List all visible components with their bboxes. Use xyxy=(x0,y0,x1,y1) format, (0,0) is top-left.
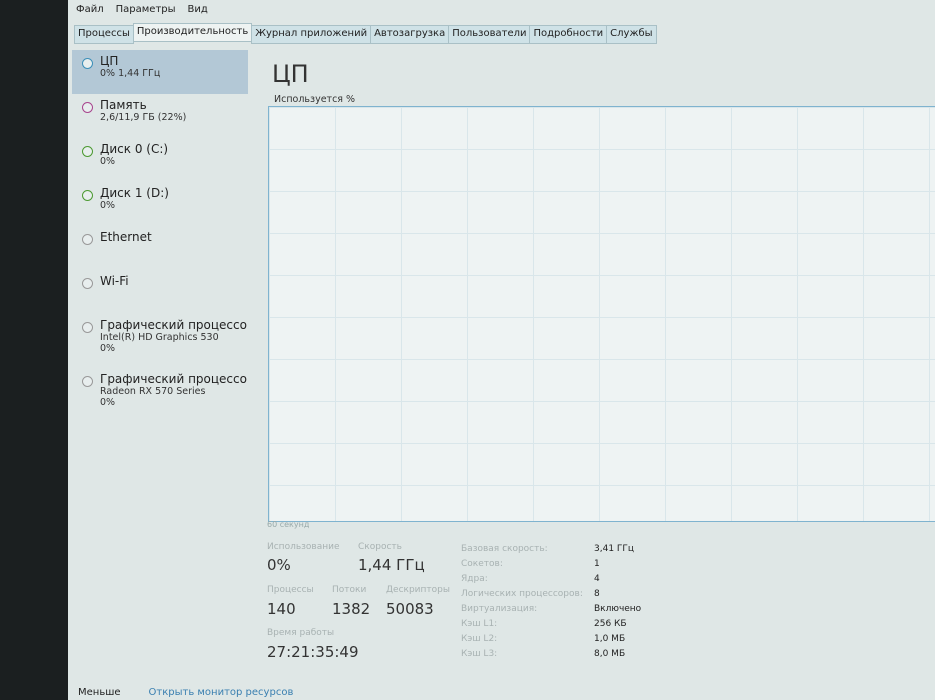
cpu-graph xyxy=(268,106,935,522)
tab-services[interactable]: Службы xyxy=(606,25,657,44)
detail-label: Кэш L2: xyxy=(461,634,498,644)
menu-bar: Файл Параметры Вид xyxy=(76,4,208,15)
item-sub2: 0% xyxy=(100,397,116,408)
item-name: Графический процессор xyxy=(100,372,248,386)
speed-label: Скорость xyxy=(358,542,402,552)
status-circle-icon xyxy=(82,322,93,333)
task-manager-window: Файл Параметры Вид Процессы Производител… xyxy=(68,0,935,700)
status-circle-icon xyxy=(82,102,93,113)
status-circle-icon xyxy=(82,190,93,201)
detail-value: 1,0 МБ xyxy=(594,634,626,644)
detail-label: Кэш L3: xyxy=(461,649,498,659)
tab-users[interactable]: Пользователи xyxy=(448,25,531,44)
item-sub: 2,6/11,9 ГБ (22%) xyxy=(100,112,187,123)
detail-value: 1 xyxy=(594,559,600,569)
detail-value: Включено xyxy=(594,604,642,614)
status-circle-icon xyxy=(82,278,93,289)
tab-bar: Процессы Производительность Журнал прило… xyxy=(74,23,657,44)
tab-details[interactable]: Подробности xyxy=(529,25,608,44)
tab-processes[interactable]: Процессы xyxy=(74,25,134,44)
status-circle-icon xyxy=(82,58,93,69)
usage-label: Использование xyxy=(267,542,340,552)
handles-value: 50083 xyxy=(386,600,434,618)
detail-value: 256 КБ xyxy=(594,619,627,629)
detail-label: Виртуализация: xyxy=(461,604,538,614)
item-name: ЦП xyxy=(100,54,119,68)
threads-label: Потоки xyxy=(332,585,367,595)
item-name: Wi-Fi xyxy=(100,274,129,288)
sidebar-item[interactable]: Диск 1 (D:) 0% xyxy=(72,182,248,226)
item-sub: Intel(R) HD Graphics 530 xyxy=(100,332,219,343)
item-sub: Radeon RX 570 Series xyxy=(100,386,206,397)
sidebar-item[interactable]: ЦП 0% 1,44 ГГц xyxy=(72,50,248,94)
sidebar-item[interactable]: Графический процессор Radeon RX 570 Serie… xyxy=(72,368,248,422)
sidebar-item[interactable]: Ethernet xyxy=(72,226,248,270)
detail-value: 3,41 ГГц xyxy=(594,544,635,554)
item-name: Диск 0 (C:) xyxy=(100,142,169,156)
footer: Меньше Открыть монитор ресурсов xyxy=(78,687,293,698)
tab-startup[interactable]: Автозагрузка xyxy=(370,25,450,44)
graph-time-label: 60 секунд xyxy=(267,520,310,529)
open-resource-monitor-link[interactable]: Открыть монитор ресурсов xyxy=(149,687,294,698)
sidebar-item[interactable]: Графический процессор Intel(R) HD Graphic… xyxy=(72,314,248,368)
menu-view[interactable]: Вид xyxy=(188,4,208,15)
item-name: Графический процессор xyxy=(100,318,248,332)
status-circle-icon xyxy=(82,146,93,157)
resource-sidebar: ЦП 0% 1,44 ГГц Память 2,6/11,9 ГБ (22%) Диск… xyxy=(72,50,248,422)
uptime-label: Время работы xyxy=(267,628,335,638)
item-name: Ethernet xyxy=(100,230,152,244)
detail-label: Ядра: xyxy=(461,574,488,584)
usage-value: 0% xyxy=(267,556,291,574)
detail-value: 4 xyxy=(594,574,600,584)
item-name: Диск 1 (D:) xyxy=(100,186,169,200)
menu-file[interactable]: Файл xyxy=(76,4,104,15)
status-circle-icon xyxy=(82,234,93,245)
detail-label: Логических процессоров: xyxy=(461,589,583,599)
detail-label: Сокетов: xyxy=(461,559,503,569)
speed-value: 1,44 ГГц xyxy=(358,556,425,574)
item-sub2: 0% xyxy=(100,343,116,354)
page-title: ЦП xyxy=(272,60,309,88)
item-name: Память xyxy=(100,98,147,112)
item-sub: 0% xyxy=(100,200,116,211)
processes-value: 140 xyxy=(267,600,296,618)
detail-label: Кэш L1: xyxy=(461,619,498,629)
sidebar-item[interactable]: Память 2,6/11,9 ГБ (22%) xyxy=(72,94,248,138)
detail-value: 8,0 МБ xyxy=(594,649,626,659)
tab-performance[interactable]: Производительность xyxy=(132,23,253,42)
detail-value: 8 xyxy=(594,589,600,599)
graph-label: Используется % xyxy=(274,94,356,105)
sidebar-item[interactable]: Wi-Fi xyxy=(72,270,248,314)
processes-label: Процессы xyxy=(267,585,314,595)
status-circle-icon xyxy=(82,376,93,387)
sidebar-item[interactable]: Диск 0 (C:) 0% xyxy=(72,138,248,182)
tab-app-history[interactable]: Журнал приложений xyxy=(251,25,372,44)
menu-options[interactable]: Параметры xyxy=(116,4,176,15)
uptime-value: 27:21:35:49 xyxy=(267,643,359,661)
item-sub: 0% xyxy=(100,156,116,167)
fewer-details-button[interactable]: Меньше xyxy=(78,687,121,698)
detail-label: Базовая скорость: xyxy=(461,544,548,554)
threads-value: 1382 xyxy=(332,600,371,618)
handles-label: Дескрипторы xyxy=(386,585,450,595)
item-sub: 0% 1,44 ГГц xyxy=(100,68,161,79)
